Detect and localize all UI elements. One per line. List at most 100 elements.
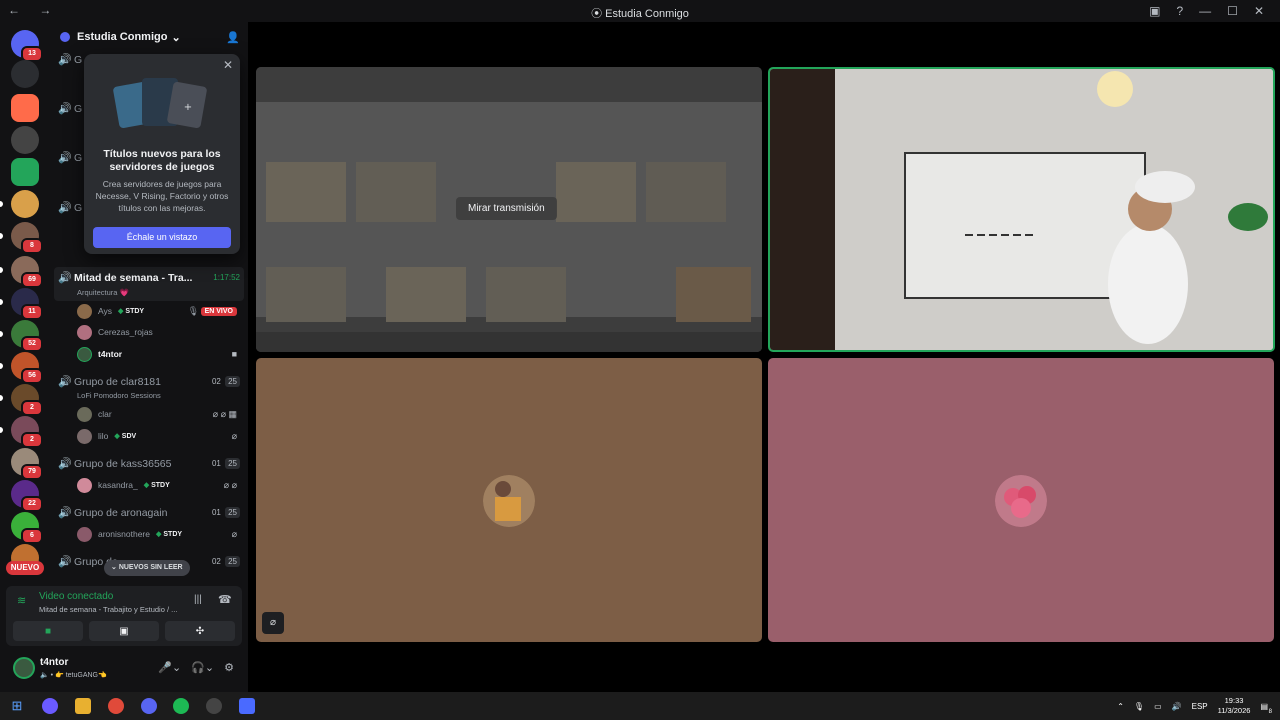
participant-tile[interactable]: ⌀ — [256, 358, 762, 642]
clock[interactable]: 19:33 11/3/2026 — [1218, 696, 1251, 716]
mention-badge: 8 — [21, 238, 43, 254]
channel-status: LoFi Pomodoro Sessions — [77, 391, 161, 400]
spotify-icon[interactable] — [173, 698, 189, 714]
clan-tag: ◆ SDV — [114, 433, 137, 440]
stream-icon: ⦿ — [591, 8, 606, 20]
network-icon[interactable]: ▭ — [1154, 702, 1162, 711]
camera-icon: ■ — [231, 349, 237, 359]
unread-pill — [0, 233, 3, 239]
noise-suppression-icon[interactable]: ||| — [194, 594, 202, 605]
server-face-icon[interactable]: 69 — [11, 256, 43, 288]
minimize-button[interactable]: — — [1199, 4, 1211, 18]
add-member-icon[interactable]: 👤 — [226, 31, 240, 44]
server-dark-icon[interactable]: 11 — [11, 288, 43, 320]
server-purple-icon[interactable]: 22 — [11, 480, 43, 512]
new-badge[interactable]: NUEVO — [6, 561, 44, 575]
headphones-icon[interactable]: 🎧⌄ — [191, 661, 214, 674]
speaker-icon: 🔊 — [58, 376, 72, 388]
title-bar: ← → ⦿ Estudia Conmigo ▣ ? — ☐ ✕ — [0, 0, 1280, 22]
voice-user[interactable]: lilo ◆ SDV ⌀ — [77, 428, 241, 444]
server-group-icon[interactable]: 8 — [11, 222, 43, 254]
server-header[interactable]: Estudia Conmigo ⌄ 👤 — [50, 22, 248, 52]
svg-text:+: + — [184, 102, 192, 113]
language-indicator[interactable]: ESP — [1192, 702, 1208, 711]
user-panel: t4ntor 🔈 • 👉 tetuGANG👈 🎤⌄ 🎧⌄ ⚙ — [6, 652, 242, 686]
speaker-icon: 🔊 — [58, 272, 72, 284]
settings-icon[interactable]: ⚙ — [224, 661, 234, 674]
user-name: t4ntor — [40, 657, 69, 668]
chevron-up-icon[interactable]: ⌃ — [1117, 702, 1124, 711]
voice-channel-mitad[interactable]: 🔊 Mitad de semana - Tra... 1:17:52 — [58, 271, 244, 285]
voice-user[interactable]: aronisnothere ◆ STDY ⌀ — [77, 526, 241, 542]
screen-share-button[interactable]: ▣ — [89, 621, 159, 641]
mute-deafen-icons: ⌀ ⌀ ▦ — [212, 408, 237, 419]
speaker-icon: 🔊 — [58, 458, 72, 470]
clan-tag: ◆ STDY — [143, 482, 170, 489]
notifications-icon[interactable]: ▤ 8 — [1260, 702, 1272, 715]
system-tray: ⌃ 🎙 ▭ 🔊 ESP 19:33 11/3/2026 ▤ 8 — [1117, 692, 1272, 720]
watch-stream-button[interactable]: Mirar transmisión — [456, 197, 557, 220]
server-anime-icon[interactable]: 79 — [11, 448, 43, 480]
avatar — [77, 526, 92, 542]
user-status: 🔈 • 👉 tetuGANG👈 — [40, 672, 107, 679]
disconnect-icon[interactable]: ☎ — [218, 593, 232, 606]
signal-icon: ≋ — [17, 595, 27, 607]
server-discord-home-icon[interactable]: 13 — [11, 30, 43, 62]
server-gradient-icon[interactable] — [11, 94, 39, 122]
voice-channel-aron[interactable]: 🔊 Grupo de aronagain 01 25 — [58, 506, 244, 519]
camera-button[interactable]: ■ — [13, 621, 83, 641]
server-fire-icon[interactable]: 56 — [11, 352, 43, 384]
voice-user[interactable]: kasandra_ ◆ STDY ⌀ ⌀ — [77, 477, 241, 493]
server-frog-icon[interactable]: 6 — [11, 512, 43, 544]
chevron-down-icon: ⌄ — [171, 31, 181, 44]
server-bolt-icon[interactable] — [11, 158, 39, 186]
mic-icon[interactable]: 🎤⌄ — [158, 661, 181, 674]
voice-channel-name[interactable]: Mitad de semana - Trabajito y Estudio / … — [39, 605, 189, 614]
windows-start-icon[interactable]: ⊞ — [9, 698, 25, 714]
app-icon[interactable] — [239, 698, 255, 714]
speaker-icon: 🔊 — [58, 202, 72, 214]
voice-user[interactable]: Cerezas_rojas — [77, 324, 241, 340]
mention-badge: 52 — [21, 336, 43, 352]
voice-channel-kass[interactable]: 🔊 Grupo de kass36565 01 25 — [58, 457, 244, 470]
server-game-icon[interactable]: 2 — [11, 384, 43, 416]
avatar — [77, 477, 92, 493]
speaker-icon: 🔊 — [58, 103, 72, 115]
discord-icon[interactable] — [141, 698, 157, 714]
check-it-out-button[interactable]: Échale un vistazo — [93, 227, 231, 248]
channel-status: Arquitectura 💗 — [77, 288, 129, 297]
popup-title: Títulos nuevos para los servidores de ju… — [103, 148, 221, 173]
server-people-icon[interactable]: 2 — [11, 416, 43, 448]
voice-channel-clar[interactable]: 🔊 Grupo de clar8181 02 25 — [58, 375, 244, 388]
mic-muted-icon[interactable]: ⌀ — [262, 612, 284, 634]
voice-user[interactable]: Ays ◆ STDY 🎙 EN VIVO — [77, 303, 241, 319]
server-green-icon[interactable]: 52 — [11, 320, 43, 352]
user-controls: 🎤⌄ 🎧⌄ ⚙ — [158, 661, 234, 674]
avatar — [77, 303, 92, 319]
camera-tile[interactable] — [768, 67, 1275, 352]
close-button[interactable]: ✕ — [1254, 4, 1264, 18]
avatar[interactable] — [13, 657, 35, 679]
close-icon[interactable]: ✕ — [223, 58, 233, 72]
activities-button[interactable]: ✣ — [165, 621, 235, 641]
mic-icon[interactable]: 🎙 — [1134, 702, 1144, 711]
voice-user[interactable]: clar ⌀ ⌀ ▦ — [77, 406, 241, 422]
copilot-icon[interactable] — [42, 698, 58, 714]
server-cat-icon[interactable] — [11, 126, 39, 154]
file-explorer-icon[interactable] — [75, 698, 91, 714]
stream-tile[interactable]: Mirar transmisión — [256, 67, 762, 352]
camera-icon: ■ — [44, 625, 52, 637]
volume-icon[interactable]: 🔊 — [1172, 702, 1182, 711]
unread-jump-button[interactable]: ⌄ NUEVOS SIN LEER — [104, 560, 190, 576]
voice-user-self[interactable]: t4ntor ■ — [77, 346, 241, 362]
help-icon[interactable]: ? — [1176, 4, 1183, 18]
maximize-button[interactable]: ☐ — [1227, 4, 1238, 18]
chrome-icon[interactable] — [108, 698, 124, 714]
obs-icon[interactable] — [206, 698, 222, 714]
server-rainbow-icon[interactable] — [11, 190, 39, 218]
server-hourglass-icon[interactable] — [11, 60, 39, 88]
window-controls: ▣ ? — ☐ ✕ — [1149, 0, 1280, 22]
participant-tile[interactable] — [768, 358, 1274, 642]
inbox-icon[interactable]: ▣ — [1149, 4, 1160, 18]
server-icon — [60, 32, 70, 42]
